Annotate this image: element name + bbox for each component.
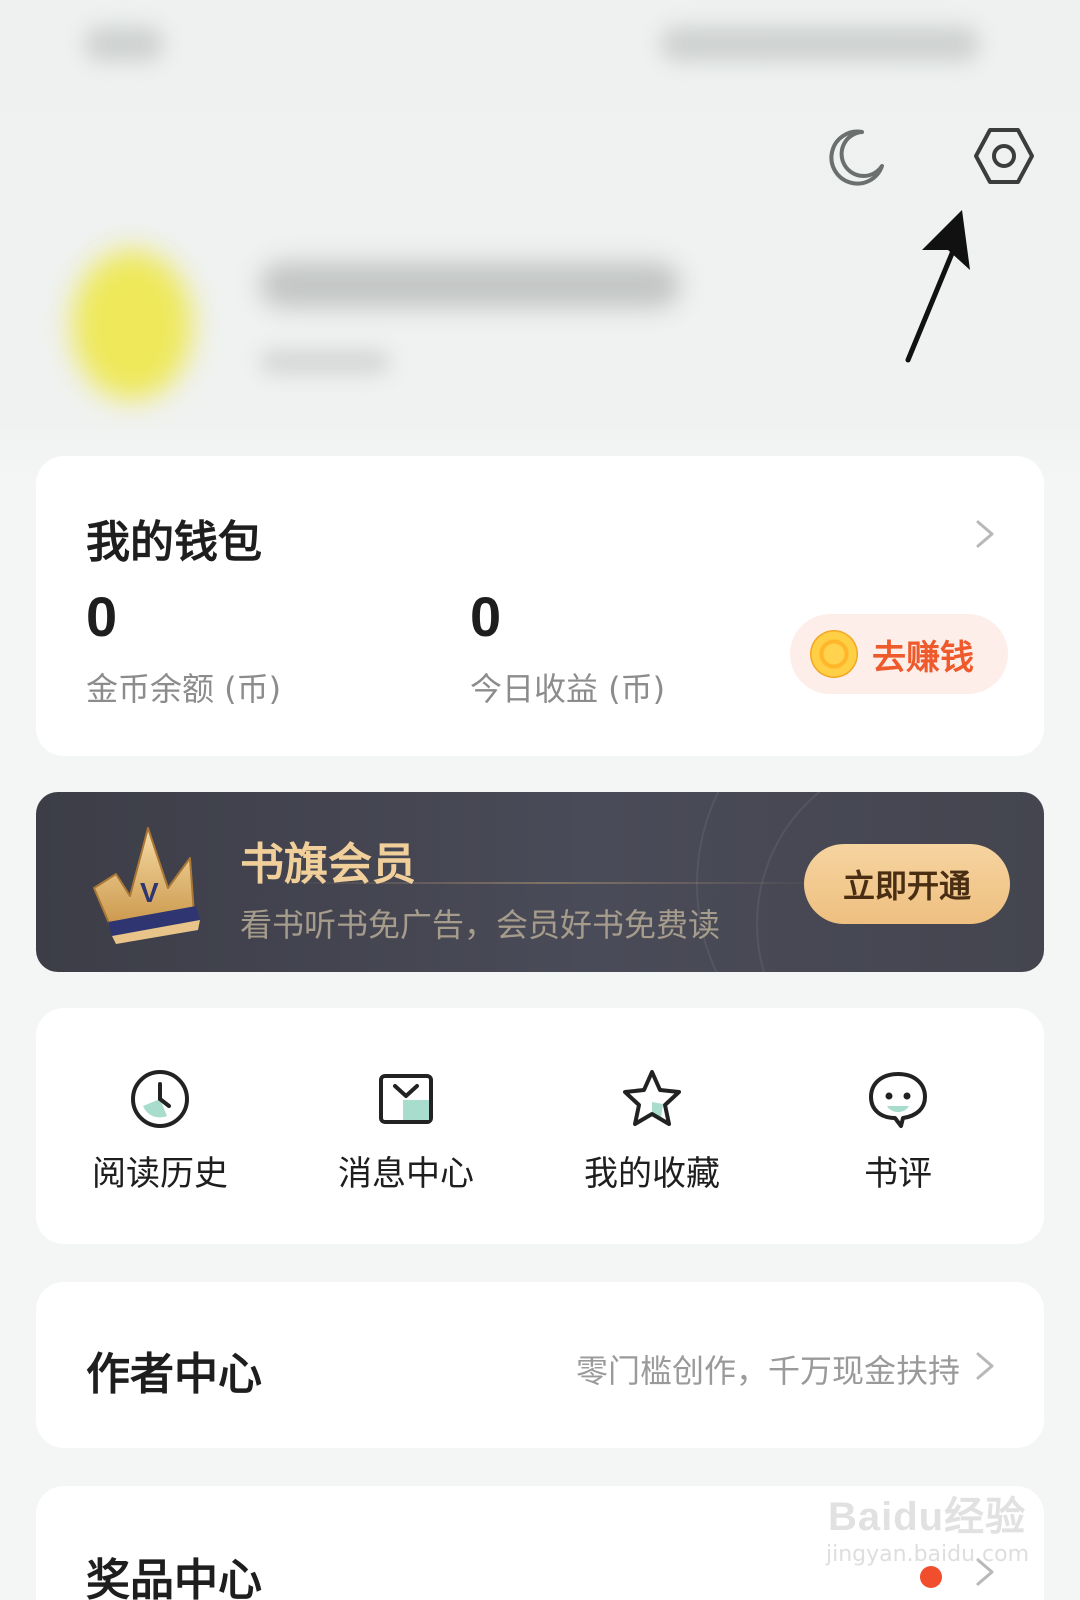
shortcut-label: 我的收藏 [584, 1154, 720, 1194]
crown-icon: V [93, 827, 200, 944]
shortcut-reading-history[interactable]: 阅读历史 [60, 1066, 260, 1195]
svg-text:V: V [140, 877, 159, 908]
shortcut-message-center[interactable]: 消息中心 [306, 1066, 506, 1195]
shortcuts-card: 阅读历史 消息中心 我的收藏 书评 [36, 1008, 1044, 1244]
today-earnings-value: 0 [470, 585, 502, 648]
shortcut-label: 消息中心 [338, 1154, 474, 1194]
annotation-arrow-icon [905, 210, 970, 363]
wallet-title: 我的钱包 [86, 517, 262, 568]
notification-dot [920, 1566, 942, 1588]
today-earnings-label: 今日收益 (币) [470, 670, 666, 708]
coin-balance-value: 0 [86, 585, 118, 648]
vip-banner[interactable]: V 书旗会员 看书听书免广告，会员好书免费读 立即开通 [36, 792, 1044, 972]
vip-title: 书旗会员 [240, 839, 416, 890]
shortcut-label: 书评 [864, 1154, 932, 1194]
coin-icon [810, 630, 858, 678]
shortcut-book-reviews[interactable]: 书评 [798, 1066, 998, 1195]
author-center-title: 作者中心 [86, 1349, 262, 1400]
wallet-card[interactable]: 我的钱包 0 金币余额 (币) 0 今日收益 (币) 去赚钱 [36, 456, 1044, 756]
author-center-subtitle: 零门槛创作，千万现金扶持 [575, 1352, 960, 1390]
earn-money-label: 去赚钱 [872, 637, 974, 678]
moon-icon[interactable] [820, 120, 892, 192]
baidu-watermark: Baidu经验 [828, 1495, 1027, 1539]
username-blurred [260, 262, 680, 308]
avatar[interactable] [72, 250, 192, 400]
user-id-blurred [260, 350, 390, 374]
shortcut-label: 阅读历史 [92, 1154, 228, 1194]
settings-icon[interactable] [968, 120, 1040, 192]
chevron-right-icon [976, 520, 994, 548]
chat-bubble-icon [869, 1072, 927, 1128]
earn-money-button[interactable]: 去赚钱 [790, 614, 1008, 694]
coin-balance-label: 金币余额 (币) [86, 670, 282, 708]
star-icon [623, 1070, 681, 1126]
vip-description: 看书听书免广告，会员好书免费读 [240, 906, 721, 944]
profile-screen: 我的钱包 0 金币余额 (币) 0 今日收益 (币) 去赚钱 V 书旗会员 看书… [0, 0, 1080, 1600]
clock-icon [131, 1070, 189, 1128]
status-bar-blur-left [84, 26, 164, 62]
author-center-row[interactable]: 作者中心 零门槛创作，千万现金扶持 [36, 1282, 1044, 1448]
baidu-watermark-url: jingyan.baidu.com [826, 1542, 1030, 1567]
open-vip-button[interactable]: 立即开通 [804, 844, 1010, 924]
status-bar-blur-right [660, 26, 980, 62]
chevron-right-icon [976, 1352, 994, 1380]
prize-center-title: 奖品中心 [86, 1555, 262, 1600]
shortcut-my-favorites[interactable]: 我的收藏 [552, 1066, 752, 1195]
message-box-icon [379, 1074, 433, 1124]
